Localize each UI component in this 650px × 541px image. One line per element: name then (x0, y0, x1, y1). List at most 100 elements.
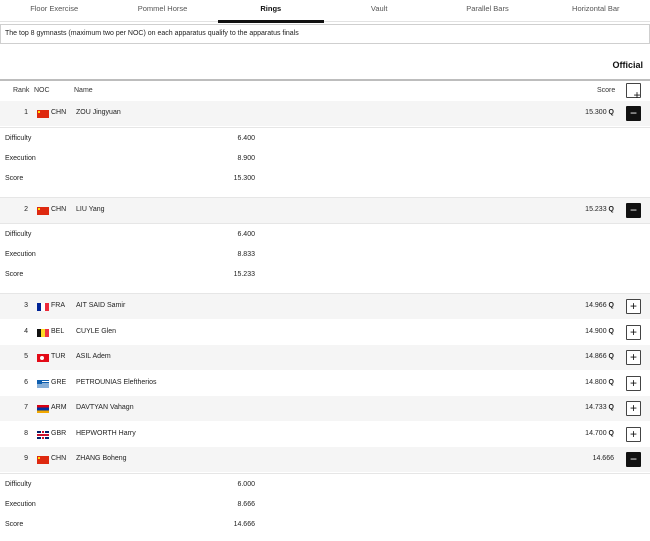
plus-icon: + (629, 426, 637, 441)
flag-icon (37, 328, 49, 337)
qualified-badge: Q (608, 378, 614, 386)
noc-cell: CHN (51, 205, 67, 213)
table-row[interactable]: 5 TUR ASIL Adem 14.866 Q + (0, 345, 650, 370)
minus-icon: − (629, 452, 637, 466)
total-score-label: Score (5, 271, 24, 278)
qualified-badge: Q (608, 205, 614, 213)
rank-cell: 4 (24, 327, 28, 335)
expand-row-button[interactable]: + (626, 426, 641, 442)
noc-cell: TUR (51, 353, 66, 360)
table-row[interactable]: 6 GRE PETROUNIAS Eleftherios 14.800 Q + (0, 371, 650, 396)
table-row[interactable]: 7 ARM DAVTYAN Vahagn 14.733 Q + (0, 396, 650, 421)
tab-floor-exercise[interactable]: Floor Exercise (0, 0, 108, 21)
total-score-value: 14.666 (233, 520, 255, 528)
difficulty-label: Difficulty (5, 134, 32, 142)
flag-icon (37, 206, 49, 215)
score-breakdown: Difficulty 6.000 Execution 8.666 Score 14.666 (0, 472, 650, 541)
expand-row-button[interactable]: + (626, 375, 641, 391)
score-cell: 14.800 Q (585, 378, 614, 386)
expand-row-button[interactable]: + (626, 324, 641, 340)
minus-icon: − (629, 202, 637, 217)
athlete-name[interactable]: DAVTYAN Vahagn (76, 404, 134, 411)
rank-cell: 9 (24, 455, 28, 462)
tab-horizontal-bar[interactable]: Horizontal Bar (542, 0, 650, 21)
score-cell: 14.700 Q (585, 429, 614, 437)
difficulty-value: 6.400 (237, 134, 255, 142)
score-column-header: Score (597, 87, 616, 94)
expand-row-button[interactable]: + (626, 350, 641, 365)
total-score-value: 15.233 (233, 271, 255, 278)
difficulty-label: Difficulty (5, 480, 32, 488)
total-score-label: Score (5, 520, 24, 528)
qualification-notice: The top 8 gymnasts (maximum two per NOC)… (0, 24, 650, 44)
expand-row-button[interactable]: + (626, 401, 641, 416)
score-cell: 14.733 Q (585, 404, 614, 411)
score-breakdown: Difficulty 6.400 Execution 8.900 Score 15.300 (0, 126, 650, 198)
flag-icon (37, 379, 49, 388)
name-column-header: Name (74, 87, 93, 94)
status-label: Official (612, 60, 643, 70)
collapse-row-button[interactable]: − (626, 202, 641, 218)
score-cell: 15.233 Q (585, 205, 614, 213)
rank-cell: 6 (24, 378, 28, 386)
table-row[interactable]: 3 FRA AIT SAID Samir 14.966 Q + (0, 294, 650, 319)
table-row[interactable]: 4 BEL CUYLE Glen 14.900 Q + (0, 320, 650, 345)
table-row[interactable]: 2 CHN LIU Yang 15.233 Q − (0, 197, 650, 223)
table-row[interactable]: 9 CHN ZHANG Boheng 14.666 − (0, 447, 650, 472)
tab-parallel-bars[interactable]: Parallel Bars (433, 0, 541, 21)
noc-column-header: NOC (34, 87, 50, 94)
noc-cell: BEL (51, 327, 65, 335)
athlete-name[interactable]: CUYLE Glen (76, 328, 116, 335)
rank-column-header: Rank (13, 87, 30, 94)
collapse-row-button[interactable]: − (626, 106, 641, 121)
qualified-badge: Q (608, 429, 614, 437)
rank-cell: 8 (24, 429, 28, 437)
tab-vault[interactable]: Vault (325, 0, 433, 21)
plus-icon: + (629, 350, 637, 364)
table-row[interactable]: 8 GBR HEPWORTH Harry 14.700 Q + (0, 422, 650, 447)
plus-icon: + (629, 401, 637, 415)
rank-cell: 2 (24, 205, 28, 213)
athlete-name[interactable]: HEPWORTH Harry (76, 430, 136, 437)
minus-icon: − (629, 106, 637, 120)
execution-label: Execution (5, 500, 36, 508)
athlete-name[interactable]: AIT SAID Samir (76, 302, 125, 309)
plus-icon: + (629, 324, 637, 339)
qualified-badge: Q (608, 302, 614, 309)
flag-icon (37, 354, 49, 362)
noc-cell: FRA (51, 302, 65, 309)
flag-icon (37, 405, 49, 413)
athlete-name[interactable]: ZHANG Boheng (76, 455, 127, 462)
expand-all-button[interactable]: + (626, 83, 641, 102)
athlete-name[interactable]: ZOU Jingyuan (76, 109, 121, 116)
score-cell: 15.300 Q (585, 109, 614, 116)
qualified-badge: Q (608, 109, 614, 116)
score-cell: 14.666 (592, 455, 614, 462)
results-table-header: Rank NOC Name Score + (0, 82, 650, 102)
athlete-name[interactable]: PETROUNIAS Eleftherios (76, 379, 157, 386)
rank-cell: 3 (24, 302, 28, 309)
header-divider (0, 79, 650, 81)
noc-cell: CHN (51, 109, 67, 116)
tab-rings[interactable]: Rings (217, 0, 325, 23)
flag-icon (37, 110, 49, 118)
table-row[interactable]: 1 CHN ZOU Jingyuan 15.300 Q − (0, 101, 650, 126)
flag-icon (37, 430, 49, 439)
difficulty-label: Difficulty (5, 231, 32, 238)
difficulty-value: 6.000 (237, 480, 255, 488)
flag-icon (37, 303, 49, 311)
noc-cell: GRE (51, 378, 67, 386)
expand-row-button[interactable]: + (626, 299, 641, 314)
tab-pommel-horse[interactable]: Pommel Horse (108, 0, 216, 21)
execution-value: 8.900 (237, 154, 255, 162)
collapse-row-button[interactable]: − (626, 452, 641, 467)
score-cell: 14.966 Q (585, 302, 614, 309)
plus-icon: + (629, 375, 637, 390)
athlete-name[interactable]: LIU Yang (76, 206, 105, 213)
score-breakdown: Difficulty 6.400 Execution 8.833 Score 15.233 (0, 223, 650, 294)
noc-cell: CHN (51, 455, 67, 462)
execution-label: Execution (5, 154, 36, 162)
total-score-label: Score (5, 174, 24, 182)
score-cell: 14.866 Q (585, 353, 614, 360)
athlete-name[interactable]: ASIL Adem (76, 353, 111, 360)
